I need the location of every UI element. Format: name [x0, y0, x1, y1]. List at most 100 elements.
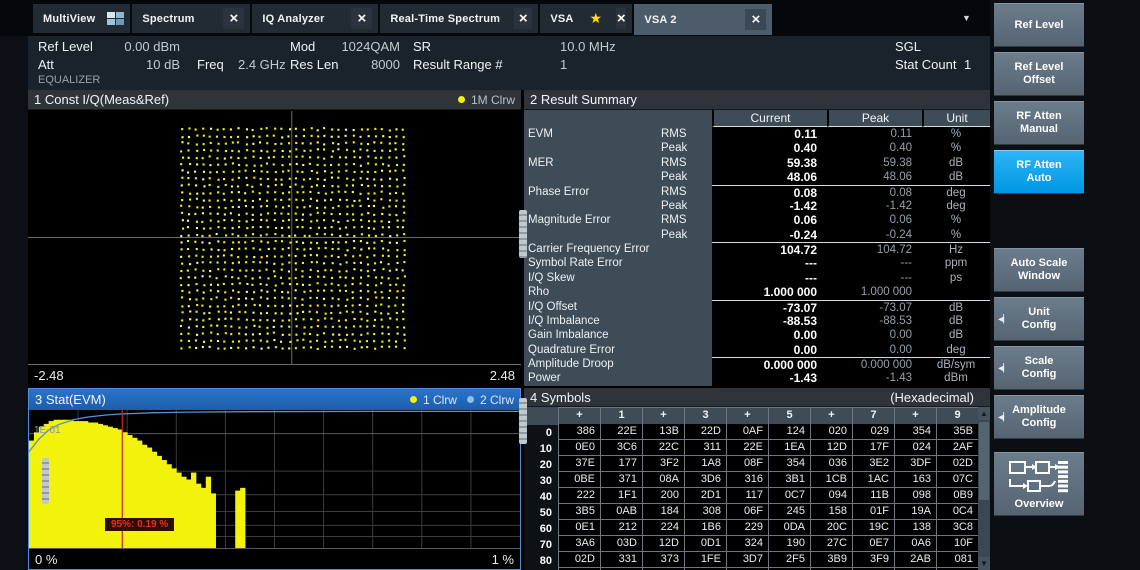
- window-const-iq: 1 Const I/Q(Meas&Ref) 1M Clrw -2.48 2.48: [28, 90, 521, 386]
- close-icon[interactable]: ×: [351, 8, 372, 29]
- softkey-label: Window: [1018, 270, 1060, 283]
- splitter-handle[interactable]: [519, 398, 527, 444]
- symbol-cell: 22E: [727, 440, 768, 455]
- symbol-cell: 02D: [937, 456, 978, 471]
- close-icon[interactable]: ×: [514, 8, 532, 29]
- result-current-value: 1.000 000: [712, 285, 827, 299]
- tab-multiview[interactable]: MultiView: [33, 4, 130, 33]
- att-value[interactable]: 10 dB: [98, 57, 180, 72]
- symbol-cell: 1A8: [685, 456, 726, 471]
- tab-iq-analyzer[interactable]: IQ Analyzer×: [252, 4, 378, 33]
- splitter-handle[interactable]: [519, 210, 527, 258]
- symbol-cell: 245: [769, 504, 810, 519]
- symbol-cell: 117: [727, 488, 768, 503]
- softkey-amplitude-config[interactable]: ◀▏AmplitudeConfig: [994, 395, 1084, 439]
- close-icon[interactable]: ×: [223, 8, 244, 29]
- softkey-rf-atten-manual[interactable]: RF AttenManual: [994, 101, 1084, 145]
- softkey-overview[interactable]: Overview: [994, 452, 1084, 516]
- symbol-cell: 354: [769, 456, 810, 471]
- symbol-cell: 0C7: [769, 488, 810, 503]
- stat-count-value[interactable]: 1: [964, 57, 971, 72]
- window-result-summary-title: 2 Result Summary: [530, 92, 637, 107]
- symbol-cell: 3C8: [937, 520, 978, 535]
- symbol-cell: 177: [601, 456, 642, 471]
- symbols-row-label: 60: [524, 521, 558, 537]
- stat-x-min-label: 0 %: [35, 552, 57, 567]
- result-unit: deg: [922, 185, 990, 199]
- symbols-row-label: 0: [524, 425, 558, 441]
- result-param-name: Quadrature Error: [524, 343, 661, 357]
- symbols-row-label: 20: [524, 457, 558, 473]
- window-symbols: 4 Symbols (Hexadecimal) 0102030405060708…: [524, 388, 990, 570]
- ref-level-value[interactable]: 0.00 dBm: [98, 39, 180, 54]
- window-stat-evm-header[interactable]: 3 Stat(EVM) 1 Clrw 2 Clrw: [29, 389, 520, 410]
- mod-value[interactable]: 1024QAM: [320, 39, 400, 54]
- result-range-value[interactable]: 1: [560, 57, 567, 72]
- result-row: MERRMS59.3859.38dB: [524, 156, 990, 170]
- res-len-value[interactable]: 8000: [320, 57, 400, 72]
- ref-level-label: Ref Level: [38, 39, 93, 54]
- tab-real-time-spectrum[interactable]: Real-Time Spectrum×: [380, 4, 538, 33]
- symbol-cell: 094: [811, 488, 852, 503]
- result-peak-value: ---: [827, 271, 922, 285]
- symbol-cell: 19A: [895, 504, 936, 519]
- tab-label: Spectrum: [142, 13, 194, 25]
- softkey-scale-config[interactable]: ◀▏ScaleConfig: [994, 346, 1084, 390]
- softkey-unit-config[interactable]: ◀▏UnitConfig: [994, 297, 1084, 341]
- scroll-up-icon[interactable]: ▲: [978, 407, 990, 420]
- splitter-handle[interactable]: [42, 458, 49, 504]
- tab-overflow-chevron-icon[interactable]: ▼: [962, 13, 971, 23]
- tab-spectrum[interactable]: Spectrum ×: [132, 4, 250, 33]
- symbol-cell: 1FE: [685, 552, 726, 567]
- submenu-arrow-icon: ◀▏: [998, 313, 1008, 326]
- result-unit: dB: [922, 314, 990, 328]
- scroll-down-icon[interactable]: ▼: [978, 557, 990, 570]
- result-param-name: I/Q Skew: [524, 271, 661, 285]
- symbol-cell: 2F5: [769, 552, 810, 567]
- result-unit: [922, 285, 990, 299]
- result-row: Symbol Rate Error------ppm: [524, 256, 990, 270]
- result-param-name: [524, 228, 661, 242]
- symbol-cell: 311: [685, 440, 726, 455]
- symbol-cell: 020: [811, 424, 852, 439]
- single-sweep-indicator: SGL: [895, 39, 921, 54]
- symbols-scrollbar[interactable]: ▲ ▼: [978, 407, 990, 570]
- window-const-iq-header[interactable]: 1 Const I/Q(Meas&Ref) 1M Clrw: [28, 90, 521, 110]
- softkey-ref-level[interactable]: Ref Level: [994, 3, 1084, 47]
- symbol-cell: 2D1: [685, 488, 726, 503]
- softkey-ref-level-offset[interactable]: Ref LevelOffset: [994, 52, 1084, 96]
- symbols-row-label: 30: [524, 473, 558, 489]
- freq-value[interactable]: 2.4 GHz: [238, 57, 286, 72]
- symbol-cell: 01F: [853, 504, 894, 519]
- close-icon[interactable]: ×: [616, 8, 626, 29]
- tab-vsa-2[interactable]: VSA 2×: [634, 4, 772, 35]
- channel-tab-bar: MultiViewSpectrum×IQ Analyzer×Real-Time …: [0, 0, 990, 36]
- scrollbar-thumb[interactable]: [979, 422, 989, 500]
- channel-tabs: MultiViewSpectrum×IQ Analyzer×Real-Time …: [33, 4, 772, 35]
- result-peak-value: ---: [827, 256, 922, 270]
- symbol-cell: 0A6: [895, 536, 936, 551]
- result-row: Power-1.43-1.43dBm: [524, 371, 990, 385]
- result-row: I/Q Imbalance-88.53-88.53dB: [524, 314, 990, 328]
- symbol-cell: 12D: [643, 536, 684, 551]
- softkey-sidebar: Ref Level Ref LevelOffset RF AttenManual RF…: [990, 0, 1140, 570]
- symbol-cell: 0AB: [601, 504, 642, 519]
- result-current-value: 0.08: [712, 185, 827, 199]
- measuring-star-icon: ★: [590, 10, 603, 27]
- result-peak-value: 48.06: [827, 170, 922, 184]
- symbol-cell: 3B5: [559, 504, 600, 519]
- trace1-label: 1M Clrw: [471, 93, 515, 107]
- symbol-cell: 0DA: [769, 520, 810, 535]
- window-result-summary-header[interactable]: 2 Result Summary: [524, 90, 990, 110]
- window-symbols-header[interactable]: 4 Symbols (Hexadecimal): [524, 388, 990, 407]
- sr-value[interactable]: 10.0 MHz: [560, 39, 616, 54]
- symbol-cell: 029: [853, 424, 894, 439]
- close-icon[interactable]: ×: [745, 9, 766, 30]
- symbols-row-label: 80: [524, 553, 558, 569]
- tab-vsa[interactable]: VSA★×: [540, 4, 632, 33]
- symbol-cell: 02D: [559, 552, 600, 567]
- result-peak-value: -1.42: [827, 199, 922, 213]
- result-row: Peak-0.24-0.24%: [524, 228, 990, 242]
- softkey-rf-atten-auto[interactable]: RF AttenAuto: [994, 150, 1084, 194]
- softkey-auto-scale-window[interactable]: Auto ScaleWindow: [994, 248, 1084, 292]
